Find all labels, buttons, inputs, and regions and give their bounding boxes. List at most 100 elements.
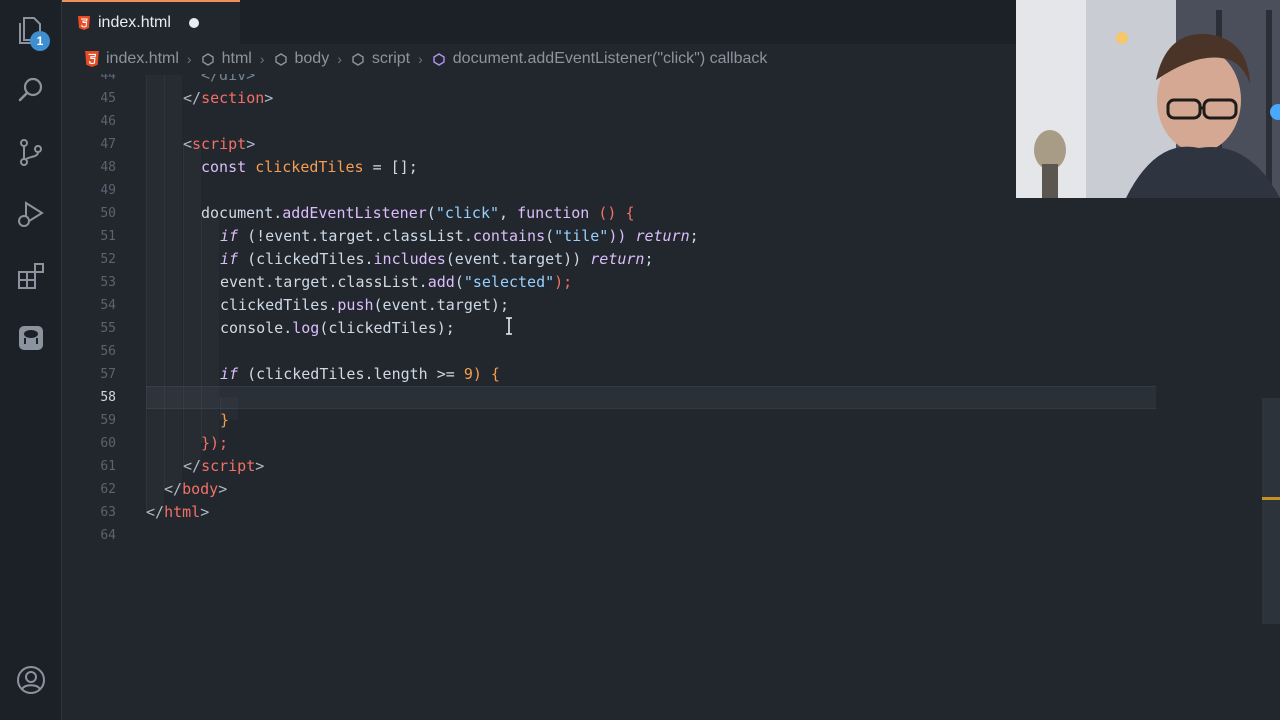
code-token: script [192, 135, 247, 153]
code-token: add [427, 273, 455, 291]
database-icon[interactable] [13, 320, 49, 356]
line-number: 52 [100, 252, 116, 267]
line-number: 59 [100, 413, 116, 428]
code-token: console. [220, 319, 293, 337]
code-token: section [201, 89, 265, 107]
line-number: 51 [100, 229, 116, 244]
code-token: (clickedTiles.length >= [238, 365, 464, 383]
code-line: }); [201, 432, 228, 455]
line-number-gutter: 44 45 46 47 48 49 50 51 52 53 54 55 56 5… [62, 74, 122, 720]
code-line: event.target.classList.add("selected"); [220, 273, 573, 291]
code-token: } [220, 411, 230, 429]
code-line: if (!event.target.classList.contains("ti… [220, 227, 699, 245]
symbol-element-icon [274, 53, 287, 66]
vertical-scrollbar[interactable] [1262, 398, 1280, 624]
code-token: return [635, 227, 690, 245]
line-number: 49 [100, 183, 116, 198]
code-line: </section> [183, 89, 274, 107]
code-token: )) [608, 227, 627, 245]
code-line: <script> [183, 135, 256, 153]
symbol-element-icon [201, 53, 214, 66]
code-line: clickedTiles.push(event.target); [220, 294, 509, 317]
code-token: </div> [201, 74, 256, 84]
code-token: (clickedTiles); [319, 319, 455, 337]
html5-icon [78, 16, 90, 30]
code-token: "tile" [554, 227, 609, 245]
code-line: console.log(clickedTiles); [220, 317, 455, 340]
code-token: const [201, 158, 247, 176]
code-token: contains [472, 227, 546, 245]
line-number: 54 [100, 298, 116, 313]
scrollbar-cursor-marker [1262, 497, 1280, 500]
line-number: 60 [100, 436, 116, 451]
breadcrumb-label: html [221, 50, 252, 67]
code-token: addEventListener [282, 204, 427, 222]
line-number: 46 [100, 114, 116, 129]
breadcrumb-label: script [371, 50, 411, 67]
breadcrumb-callback[interactable]: document.addEventListener("click") callb… [431, 50, 767, 68]
indent-guide [146, 75, 164, 512]
code-token: body [182, 480, 219, 498]
unsaved-indicator[interactable] [188, 18, 199, 28]
presenter-video-image [1016, 0, 1280, 198]
code-line: </html> [146, 503, 210, 521]
code-token: event.target.classList. [220, 273, 428, 291]
line-number: 56 [100, 344, 116, 359]
code-token: () { [589, 204, 635, 222]
code-token: ) { [472, 365, 500, 383]
breadcrumb-label: body [294, 50, 330, 67]
code-token: 9 [463, 365, 473, 383]
breadcrumb-file[interactable]: index.html [84, 50, 179, 68]
line-number: 55 [100, 321, 116, 336]
code-token: log [292, 319, 320, 337]
code-line: </body> [164, 480, 228, 498]
code-line: document.addEventListener("click", funct… [201, 204, 635, 222]
extensions-icon[interactable] [13, 258, 49, 294]
code-token: function [517, 204, 590, 222]
code-line: if (clickedTiles.includes(event.target))… [220, 250, 654, 268]
line-number: 53 [100, 275, 116, 290]
symbol-function-icon [433, 53, 445, 66]
code-line: </div> [201, 74, 255, 87]
code-line: if (clickedTiles.length >= 9) { [220, 363, 500, 386]
line-number: 44 [100, 74, 116, 83]
current-line-highlight [146, 386, 1156, 409]
run-debug-icon[interactable] [13, 196, 49, 232]
chevron-right-icon: › [337, 51, 342, 67]
code-token: ); [554, 273, 573, 291]
breadcrumb-html[interactable]: html [200, 50, 252, 68]
code-token: (!event.target.classList. [238, 227, 473, 245]
activity-bar: 1 [0, 0, 62, 720]
breadcrumb-body[interactable]: body [273, 50, 330, 68]
search-icon[interactable] [13, 72, 49, 108]
indent-guide [201, 213, 219, 443]
code-token: if [220, 250, 239, 268]
html5-icon [85, 51, 99, 67]
tab-index-html[interactable]: index.html [62, 0, 240, 44]
code-line: } [220, 409, 229, 432]
code-token: clickedTiles [255, 158, 364, 176]
code-token: if [220, 227, 239, 245]
webcam-overlay [1016, 0, 1280, 198]
code-token: if [220, 365, 239, 383]
chevron-right-icon: › [418, 51, 423, 67]
code-token: (event.target); [373, 296, 509, 314]
code-token: = []; [363, 158, 418, 176]
line-number: 62 [100, 482, 116, 497]
indent-guide [183, 144, 201, 466]
line-number-current: 58 [100, 390, 116, 405]
code-token: html [164, 503, 201, 521]
line-number: 57 [100, 367, 116, 382]
source-control-icon[interactable] [13, 134, 49, 170]
breadcrumb-label: index.html [106, 50, 179, 67]
code-token: push [337, 296, 374, 314]
code-line: </script> [183, 457, 265, 475]
text-cursor-icon [506, 317, 512, 335]
breadcrumb-script[interactable]: script [350, 50, 410, 68]
code-token: </ [183, 89, 202, 107]
explorer-badge: 1 [30, 31, 50, 51]
chevron-right-icon: › [186, 51, 192, 67]
account-icon[interactable] [13, 662, 49, 698]
code-token: script [201, 457, 256, 475]
tab-label: index.html [98, 14, 171, 31]
